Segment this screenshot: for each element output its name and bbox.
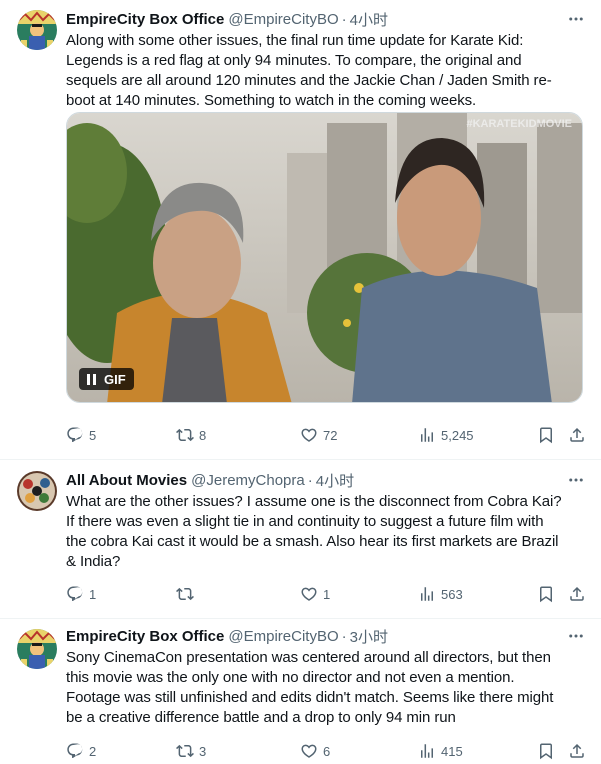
author-name[interactable]: EmpireCity Box Office bbox=[66, 11, 224, 28]
tweet-actions: 5 8 72 5,245 bbox=[66, 425, 587, 445]
tweet-text-line: & India? bbox=[66, 553, 121, 570]
retweet-count: 8 bbox=[199, 427, 207, 443]
like-button[interactable]: 1 bbox=[300, 585, 330, 603]
tweet-header: All About Movies @JeremyChopra · 4小时 bbox=[66, 470, 587, 490]
reply-icon bbox=[66, 426, 84, 444]
gif-badge[interactable]: GIF bbox=[79, 368, 134, 390]
heart-icon bbox=[300, 742, 318, 760]
reply-count: 1 bbox=[89, 586, 97, 602]
views-chart-icon bbox=[418, 426, 436, 444]
media-watermark: #KARATEKIDMOVIE bbox=[466, 118, 572, 130]
tweet-header: EmpireCity Box Office @EmpireCityBO · 4小… bbox=[66, 9, 587, 29]
tweet[interactable]: All About Movies @JeremyChopra · 4小时 Wha… bbox=[0, 460, 601, 619]
bookmark-icon bbox=[537, 742, 555, 760]
author-handle[interactable]: @JeremyChopra bbox=[191, 472, 305, 489]
tweet-text-line: If there was even a slight tie in and co… bbox=[66, 513, 544, 530]
retweet-icon bbox=[176, 585, 194, 603]
more-options-icon[interactable] bbox=[565, 470, 587, 490]
retweet-button[interactable]: 8 bbox=[176, 426, 206, 444]
share-icon bbox=[568, 426, 586, 444]
gif-frame-image: #KARATEKIDMOVIE bbox=[67, 113, 582, 402]
all-about-movies-avatar[interactable] bbox=[17, 471, 57, 511]
gif-label: GIF bbox=[104, 371, 126, 387]
tweet-text-line: Along with some other issues, the final … bbox=[66, 32, 524, 49]
like-count: 72 bbox=[323, 427, 338, 443]
tweet-text: Along with some other issues, the final … bbox=[66, 31, 587, 111]
views-button[interactable]: 563 bbox=[418, 585, 463, 603]
like-button[interactable]: 6 bbox=[300, 742, 330, 760]
separator: · bbox=[341, 10, 347, 28]
tweet[interactable]: EmpireCity Box Office @EmpireCityBO · 3小… bbox=[0, 619, 601, 764]
views-chart-icon bbox=[418, 585, 436, 603]
more-options-icon[interactable] bbox=[565, 9, 587, 29]
retweet-count: 3 bbox=[199, 743, 207, 759]
retweet-icon bbox=[176, 742, 194, 760]
retweet-icon bbox=[176, 426, 194, 444]
empire-city-logo-avatar[interactable] bbox=[17, 629, 57, 669]
empire-city-logo-avatar[interactable] bbox=[17, 10, 57, 50]
share-button[interactable] bbox=[568, 585, 586, 603]
author-handle[interactable]: @EmpireCityBO bbox=[228, 628, 338, 645]
bookmark-button[interactable] bbox=[537, 426, 555, 444]
tweet-header: EmpireCity Box Office @EmpireCityBO · 3小… bbox=[66, 626, 587, 646]
author-handle[interactable]: @EmpireCityBO bbox=[228, 11, 338, 28]
timestamp[interactable]: 3小时 bbox=[350, 626, 388, 647]
tweet-text-line: boot at 140 minutes. Something to watch … bbox=[66, 92, 477, 109]
bookmark-button[interactable] bbox=[537, 585, 555, 603]
timestamp[interactable]: 4小时 bbox=[316, 470, 354, 491]
view-count: 563 bbox=[441, 586, 463, 602]
reply-button[interactable]: 5 bbox=[66, 426, 96, 444]
tweet[interactable]: EmpireCity Box Office @EmpireCityBO · 4小… bbox=[0, 0, 601, 460]
timestamp[interactable]: 4小时 bbox=[350, 9, 388, 30]
tweet-text-line: Sony CinemaCon presentation was centered… bbox=[66, 649, 551, 666]
tweet-text-line: the cobra Kai cast it would be a smash. … bbox=[66, 533, 559, 550]
like-count: 6 bbox=[323, 743, 331, 759]
like-count: 1 bbox=[323, 586, 331, 602]
views-button[interactable]: 5,245 bbox=[418, 426, 474, 444]
bookmark-button[interactable] bbox=[537, 742, 555, 760]
tweet-text-line: Footage was still unfinished and edits d… bbox=[66, 689, 554, 706]
more-options-icon[interactable] bbox=[565, 626, 587, 646]
view-count: 415 bbox=[441, 743, 463, 759]
share-button[interactable] bbox=[568, 426, 586, 444]
view-count: 5,245 bbox=[441, 427, 474, 443]
tweet-actions: 2 3 6 415 bbox=[66, 741, 587, 761]
retweet-button[interactable]: 3 bbox=[176, 742, 206, 760]
tweet-text: Sony CinemaCon presentation was centered… bbox=[66, 648, 587, 728]
share-icon bbox=[568, 742, 586, 760]
reply-button[interactable]: 2 bbox=[66, 742, 96, 760]
tweet-text: What are the other issues? I assume one … bbox=[66, 492, 587, 572]
separator: · bbox=[307, 471, 313, 489]
reply-count: 5 bbox=[89, 427, 97, 443]
tweet-text-line: What are the other issues? I assume one … bbox=[66, 493, 562, 510]
author-name[interactable]: EmpireCity Box Office bbox=[66, 628, 224, 645]
reply-count: 2 bbox=[89, 743, 97, 759]
views-chart-icon bbox=[418, 742, 436, 760]
gif-media[interactable]: #KARATEKIDMOVIE GIF bbox=[66, 112, 583, 403]
heart-icon bbox=[300, 426, 318, 444]
retweet-button[interactable] bbox=[176, 585, 199, 603]
share-button[interactable] bbox=[568, 742, 586, 760]
author-name[interactable]: All About Movies bbox=[66, 472, 187, 489]
like-button[interactable]: 72 bbox=[300, 426, 337, 444]
share-icon bbox=[568, 585, 586, 603]
tweet-actions: 1 1 563 bbox=[66, 584, 587, 604]
reply-icon bbox=[66, 585, 84, 603]
tweet-text-line: Legends is a red flag at only 94 minutes… bbox=[66, 52, 522, 69]
reply-icon bbox=[66, 742, 84, 760]
bookmark-icon bbox=[537, 585, 555, 603]
bookmark-icon bbox=[537, 426, 555, 444]
tweet-text-line: sequels are all around 120 minutes and t… bbox=[66, 72, 552, 89]
reply-button[interactable]: 1 bbox=[66, 585, 96, 603]
views-button[interactable]: 415 bbox=[418, 742, 463, 760]
pause-icon[interactable] bbox=[87, 373, 96, 385]
separator: · bbox=[341, 627, 347, 645]
tweet-text-line: this movie was the only one with no dire… bbox=[66, 669, 515, 686]
heart-icon bbox=[300, 585, 318, 603]
tweet-text-line: be a creative difference battle and a dr… bbox=[66, 709, 456, 726]
